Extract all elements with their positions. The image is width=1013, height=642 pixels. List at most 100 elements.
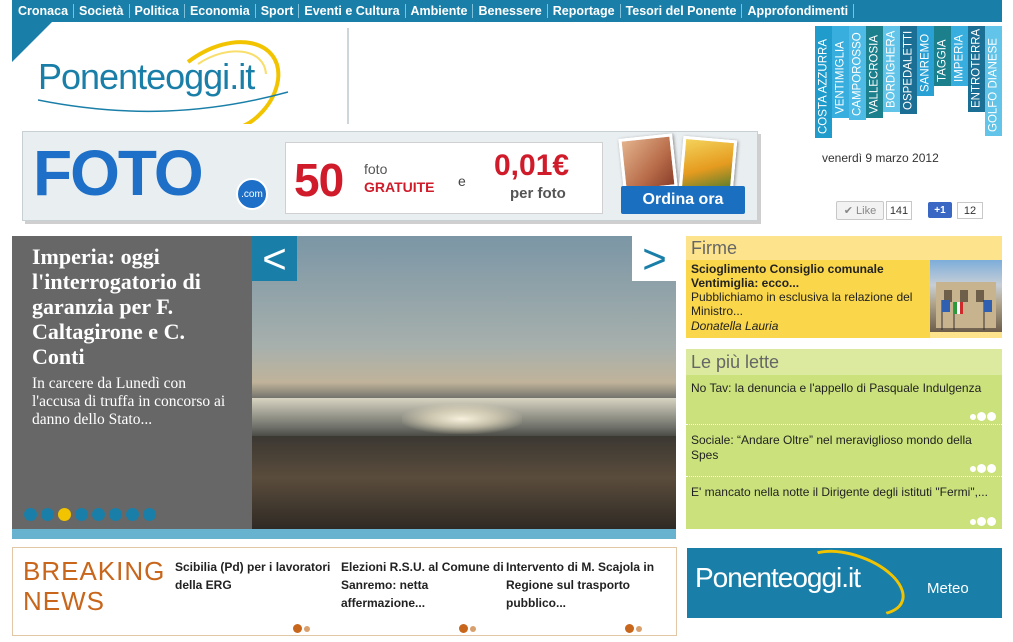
slide-image-harbor[interactable]: [252, 236, 676, 529]
banner-brand: FOTO: [33, 137, 204, 209]
slider-next-button[interactable]: >: [632, 236, 677, 281]
slide-dot[interactable]: [24, 508, 37, 521]
facebook-like-button[interactable]: ✔ Like: [836, 201, 884, 220]
city-tab-ventimiglia[interactable]: VENTIMIGLIA: [832, 26, 849, 118]
current-date: venerdì 9 marzo 2012: [822, 151, 939, 165]
meteo-logo: Ponenteoggi.it: [695, 562, 861, 593]
nav-item-approfondimenti[interactable]: Approfondimenti: [742, 4, 855, 18]
nav-item-economia[interactable]: Economia: [185, 4, 256, 18]
firme-title[interactable]: Scioglimento Consiglio comunale Ventimig…: [691, 262, 925, 290]
offer-conjunction: e: [458, 173, 466, 189]
more-dots-icon[interactable]: [970, 517, 996, 526]
nav-item-reportage[interactable]: Reportage: [548, 4, 621, 18]
firme-photo-building[interactable]: [930, 260, 1002, 332]
slide-dot[interactable]: [143, 508, 156, 521]
most-read-item[interactable]: Sociale: “Andare Oltre” nel meraviglioso…: [686, 427, 1002, 477]
more-dots-icon[interactable]: [625, 624, 642, 633]
logo-name: Ponenteoggi: [38, 56, 230, 97]
slide-title[interactable]: Imperia: oggi l'interrogatorio di garanz…: [32, 244, 232, 369]
slide-summary: In carcere da Lunedì con l'accusa di tru…: [32, 375, 226, 428]
breaking-news-item[interactable]: Scibilia (Pd) per i lavoratori della ERG: [175, 558, 335, 594]
city-tab-camporosso[interactable]: CAMPOROSSO: [849, 26, 866, 120]
offer-price-label: per foto: [510, 185, 566, 202]
breaking-news-item[interactable]: Intervento di M. Scajola in Regione sul …: [506, 558, 668, 612]
more-dots-icon[interactable]: [970, 464, 996, 473]
breaking-title-line2: NEWS: [23, 586, 105, 616]
offer-price: 0,01€: [494, 149, 570, 182]
offer-free-label: GRATUITE: [364, 179, 435, 195]
slider-prev-button[interactable]: <: [252, 236, 297, 281]
like-count: 141: [886, 201, 912, 220]
city-tabs: COSTA AZZURRA VENTIMIGLIA CAMPOROSSO VALLEC…: [815, 26, 1002, 138]
slide-dot[interactable]: [58, 508, 71, 521]
meteo-label: Meteo: [927, 580, 969, 597]
city-tab-costa-azzurra[interactable]: COSTA AZZURRA: [815, 26, 832, 138]
firme-author: Donatella Lauria: [691, 319, 779, 333]
nav-item-tesori-del-ponente[interactable]: Tesori del Ponente: [621, 4, 743, 18]
nav-item-sport[interactable]: Sport: [256, 4, 300, 18]
slide-dot[interactable]: [109, 508, 122, 521]
foto-banner-ad[interactable]: FOTO .com 50 foto GRATUITE e 0,01€ per f…: [22, 131, 758, 221]
nav-item-cronaca[interactable]: Cronaca: [18, 4, 75, 18]
slide-dots: [24, 508, 156, 521]
offer-count: 50: [294, 154, 344, 206]
most-read-item-text: E' mancato nella notte il Dirigente degl…: [691, 485, 988, 499]
nav-item-politica[interactable]: Politica: [130, 4, 185, 18]
slide-dot[interactable]: [126, 508, 139, 521]
firme-summary: Pubblichiamo in esclusiva la relazione d…: [691, 290, 913, 318]
breaking-news-title: BREAKING NEWS: [23, 556, 165, 616]
logo-text: Ponenteoggi.it: [38, 56, 255, 98]
city-tab-entroterra[interactable]: ENTROTERRA: [968, 26, 985, 112]
nav-item-ambiente[interactable]: Ambiente: [406, 4, 474, 18]
banner-offer: 50 foto GRATUITE e 0,01€ per foto: [285, 142, 603, 214]
banner-photos: [618, 133, 747, 195]
city-tab-sanremo[interactable]: SANREMO: [917, 26, 934, 96]
most-read-box: Le più lette No Tav: la denuncia e l'app…: [686, 349, 1002, 529]
city-tab-vallecrosia[interactable]: VALLECROSIA: [866, 26, 883, 118]
news-slider: Imperia: oggi l'interrogatorio di garanz…: [12, 236, 676, 539]
slide-dot[interactable]: [75, 508, 88, 521]
firme-heading: Firme: [691, 238, 737, 258]
city-tab-bordighera[interactable]: BORDIGHERA: [883, 26, 900, 112]
firme-box: Firme Scioglimento Consiglio comunale Ve…: [686, 236, 1002, 338]
slide-dot[interactable]: [41, 508, 54, 521]
city-tab-imperia[interactable]: IMPERIA: [951, 26, 968, 86]
slide-sun-reflection: [402, 404, 522, 434]
slide-harbor: [252, 436, 676, 529]
plusone-count: 12: [957, 202, 983, 219]
breaking-news: BREAKING NEWS Scibilia (Pd) per i lavora…: [12, 547, 677, 636]
more-dots-icon[interactable]: [459, 624, 476, 633]
nav-item-benessere[interactable]: Benessere: [473, 4, 548, 18]
page: Cronaca Società Politica Economia Sport Event…: [0, 0, 1013, 642]
city-tab-ospedaletti[interactable]: OSPEDALETTI: [900, 26, 917, 114]
order-now-button[interactable]: Ordina ora: [621, 186, 745, 214]
meteo-box[interactable]: Ponenteoggi.it Meteo: [687, 536, 1002, 630]
more-dots-icon[interactable]: [970, 412, 996, 421]
most-read-item-text: No Tav: la denuncia e l'appello di Pasqu…: [691, 381, 982, 395]
nav-item-società[interactable]: Società: [74, 4, 130, 18]
site-logo[interactable]: Ponenteoggi.it: [38, 34, 338, 124]
slide-bottom-bar: [12, 529, 676, 539]
banner-brand-suffix: .com: [236, 178, 268, 210]
most-read-heading: Le più lette: [686, 349, 1002, 375]
more-dots-icon[interactable]: [293, 624, 310, 633]
flags-icon: [936, 282, 996, 330]
banner-photo-woman: [618, 133, 678, 193]
slide-dot[interactable]: [92, 508, 105, 521]
city-tab-golfo-dianese[interactable]: GOLFO DIANESE: [985, 26, 1002, 136]
firme-article[interactable]: Scioglimento Consiglio comunale Ventimig…: [686, 260, 930, 338]
top-nav: Cronaca Società Politica Economia Sport Event…: [12, 0, 1002, 22]
slide-caption[interactable]: Imperia: oggi l'interrogatorio di garanz…: [12, 236, 252, 529]
nav-item-eventi-e-cultura[interactable]: Eventi e Cultura: [299, 4, 406, 18]
most-read-item[interactable]: E' mancato nella notte il Dirigente degl…: [686, 479, 1002, 529]
logo-suffix: .it: [229, 56, 255, 97]
most-read-item-text: Sociale: “Andare Oltre” nel meraviglioso…: [691, 433, 972, 462]
like-label: Like: [856, 204, 877, 217]
header-divider: [347, 28, 349, 124]
google-plusone-button[interactable]: +1: [928, 202, 952, 218]
offer-count-label: foto: [364, 161, 388, 177]
city-tab-taggia[interactable]: TAGGIA: [934, 26, 951, 86]
most-read-item[interactable]: No Tav: la denuncia e l'appello di Pasqu…: [686, 375, 1002, 425]
breaking-news-item[interactable]: Elezioni R.S.U. al Comune di Sanremo: ne…: [341, 558, 507, 612]
check-icon: ✔: [843, 205, 854, 217]
